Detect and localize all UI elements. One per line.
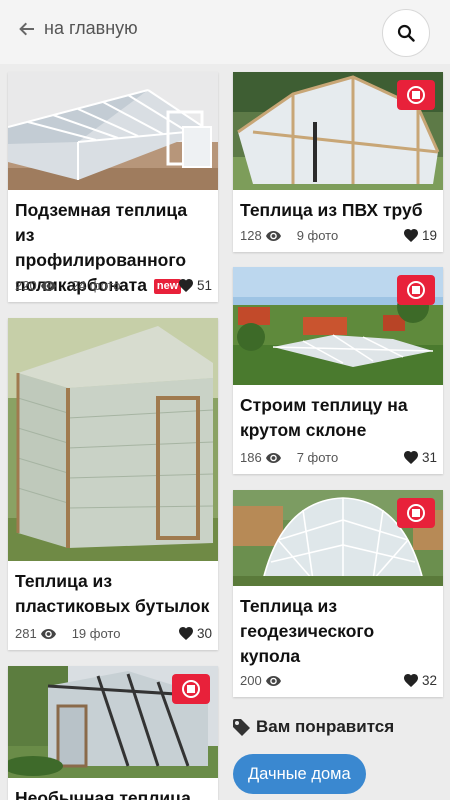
likes-value: 31 bbox=[421, 450, 437, 465]
views-value: 128 bbox=[240, 228, 262, 243]
card-photo bbox=[8, 318, 218, 561]
card-title: Теплица из пластиковых бутылок bbox=[8, 561, 218, 619]
card-title-text: Теплица из пластиковых бутылок bbox=[15, 571, 210, 616]
likes-value: 30 bbox=[196, 626, 212, 641]
card-photo bbox=[233, 267, 443, 385]
card-meta: 200 32 bbox=[240, 673, 437, 688]
search-button[interactable] bbox=[382, 9, 430, 57]
photos-count: 24 фото bbox=[71, 278, 121, 293]
eye-icon bbox=[265, 230, 281, 241]
likes-value: 32 bbox=[421, 673, 437, 688]
card-title-text: Теплица из ПВХ труб bbox=[240, 200, 423, 220]
views-count: 281 bbox=[15, 626, 56, 641]
card-underground-greenhouse[interactable]: Подземная теплица из профилированного по… bbox=[8, 72, 218, 302]
views-value: 281 bbox=[15, 626, 37, 641]
card-photo bbox=[233, 72, 443, 190]
eye-icon bbox=[40, 628, 56, 639]
video-badge bbox=[397, 80, 435, 110]
views-value: 186 bbox=[240, 450, 262, 465]
video-icon bbox=[407, 281, 425, 299]
card-photo bbox=[8, 72, 218, 190]
card-title-text: Строим теплицу на крутом склоне bbox=[240, 395, 408, 440]
card-slope-greenhouse[interactable]: Строим теплицу на крутом склоне 186 7 фо… bbox=[233, 267, 443, 474]
likes-value: 19 bbox=[421, 228, 437, 243]
like-button[interactable]: 51 bbox=[178, 278, 212, 293]
photos-count: 9 фото bbox=[296, 228, 339, 243]
card-dome-greenhouse[interactable]: Теплица из геодезического купола 200 32 bbox=[233, 490, 443, 697]
eye-icon bbox=[265, 675, 281, 686]
video-icon bbox=[182, 680, 200, 698]
card-title: Строим теплицу на крутом склоне bbox=[233, 385, 443, 443]
video-icon bbox=[407, 504, 425, 522]
search-icon bbox=[397, 24, 415, 42]
heart-icon bbox=[178, 279, 193, 292]
card-meta: 281 19 фото 30 bbox=[15, 626, 212, 641]
likes-value: 51 bbox=[196, 278, 212, 293]
views-count: 186 bbox=[240, 450, 281, 465]
back-button[interactable]: на главную bbox=[18, 18, 138, 39]
card-title-text: Теплица из геодезического купола bbox=[240, 596, 375, 666]
photos-count: 19 фото bbox=[71, 626, 121, 641]
like-button[interactable]: 30 bbox=[178, 626, 212, 641]
views-count: 220 bbox=[15, 278, 56, 293]
eye-icon bbox=[40, 280, 56, 291]
recommend-label: Вам понравится bbox=[256, 717, 395, 736]
card-photo bbox=[233, 490, 443, 586]
heart-icon bbox=[403, 229, 418, 242]
like-button[interactable]: 19 bbox=[403, 228, 437, 243]
card-bottle-greenhouse[interactable]: Теплица из пластиковых бутылок 281 19 фо… bbox=[8, 318, 218, 650]
card-title-text: Необычная теплица bbox=[15, 788, 191, 800]
photos-count: 7 фото bbox=[296, 450, 339, 465]
card-title: Необычная теплица bbox=[8, 778, 218, 800]
heart-icon bbox=[403, 451, 418, 464]
arrow-left-icon bbox=[19, 22, 34, 35]
card-unusual-greenhouse[interactable]: Необычная теплица bbox=[8, 666, 218, 800]
like-button[interactable]: 32 bbox=[403, 673, 437, 688]
video-badge bbox=[172, 674, 210, 704]
card-photo bbox=[8, 666, 218, 778]
heart-icon bbox=[178, 627, 193, 640]
views-value: 220 bbox=[15, 278, 37, 293]
like-button[interactable]: 31 bbox=[403, 450, 437, 465]
back-label: на главную bbox=[44, 18, 138, 38]
card-title: Теплица из ПВХ труб bbox=[233, 190, 443, 223]
card-meta: 220 24 фото 51 bbox=[15, 278, 212, 293]
video-badge bbox=[397, 275, 435, 305]
card-meta: 128 9 фото 19 bbox=[240, 228, 437, 243]
top-bar: на главную bbox=[0, 0, 450, 64]
views-count: 200 bbox=[240, 673, 281, 688]
tag-icon bbox=[233, 718, 250, 736]
card-meta: 186 7 фото 31 bbox=[240, 450, 437, 465]
video-badge bbox=[397, 498, 435, 528]
views-value: 200 bbox=[240, 673, 262, 688]
card-title: Теплица из геодезического купола bbox=[233, 586, 443, 669]
category-pill-country-houses[interactable]: Дачные дома bbox=[233, 754, 366, 794]
card-pvc-greenhouse[interactable]: Теплица из ПВХ труб 128 9 фото 19 bbox=[233, 72, 443, 252]
recommend-header: Вам понравится bbox=[233, 717, 394, 737]
video-icon bbox=[407, 86, 425, 104]
eye-icon bbox=[265, 452, 281, 463]
heart-icon bbox=[403, 674, 418, 687]
views-count: 128 bbox=[240, 228, 281, 243]
